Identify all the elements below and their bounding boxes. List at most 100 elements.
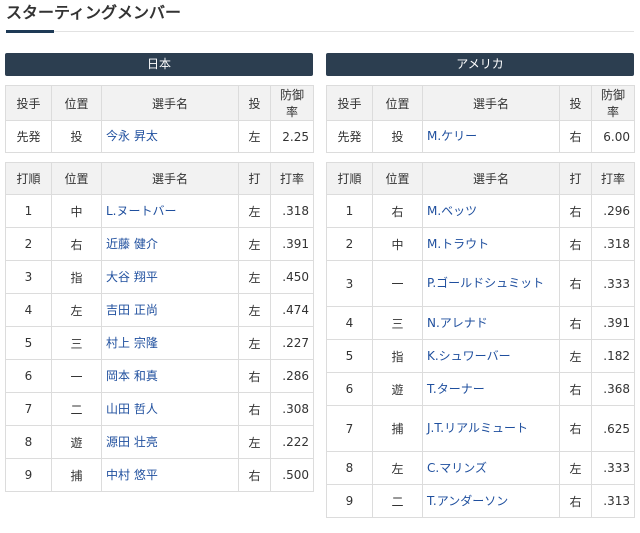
batting-order: 9: [326, 484, 373, 518]
col-header-player: 選手名: [422, 85, 560, 121]
player-name-link[interactable]: P.ゴールドシュミット: [422, 260, 560, 307]
table-row: 7 捕 J.T.リアルミュート 右 .625: [326, 405, 635, 452]
player-name-link[interactable]: J.T.リアルミュート: [422, 405, 560, 452]
batting-order: 4: [326, 306, 373, 340]
lineup-header-row: 打順 位置 選手名 打 打率: [5, 162, 314, 195]
col-header-pitcher: 投手: [5, 85, 52, 121]
player-bats: 右: [559, 306, 592, 340]
player-name-link[interactable]: M.トラウト: [422, 227, 560, 261]
pitcher-table: 投手 位置 選手名 投 防御率 先発 投 今永 昇太 左 2.25: [5, 85, 314, 153]
pitcher-table: 投手 位置 選手名 投 防御率 先発 投 M.ケリー 右 6.00: [326, 85, 635, 153]
player-avg: .368: [591, 372, 635, 406]
table-row: 4 左 吉田 正尚 左 .474: [5, 293, 314, 327]
player-name-link[interactable]: 岡本 和真: [101, 359, 239, 393]
player-avg: .296: [591, 194, 635, 228]
col-header-throws: 投: [238, 85, 271, 121]
player-avg: .318: [591, 227, 635, 261]
player-bats: 右: [559, 372, 592, 406]
player-name-link[interactable]: 吉田 正尚: [101, 293, 239, 327]
pitcher-header-row: 投手 位置 選手名 投 防御率: [326, 85, 635, 121]
player-name-link[interactable]: 源田 壮亮: [101, 425, 239, 459]
table-row: 9 二 T.アンダーソン 右 .313: [326, 484, 635, 518]
batting-order: 6: [5, 359, 52, 393]
player-position: 捕: [51, 458, 102, 492]
col-header-era: 防御率: [270, 85, 314, 121]
col-header-position: 位置: [372, 162, 423, 195]
table-row: 5 指 K.シュワーバー 左 .182: [326, 339, 635, 373]
player-position: 一: [51, 359, 102, 393]
player-avg: .313: [591, 484, 635, 518]
player-avg: .474: [270, 293, 314, 327]
player-name-link[interactable]: 近藤 健介: [101, 227, 239, 261]
table-row: 2 右 近藤 健介 左 .391: [5, 227, 314, 261]
player-name-link[interactable]: M.ベッツ: [422, 194, 560, 228]
player-position: 捕: [372, 405, 423, 452]
table-row: 8 遊 源田 壮亮 左 .222: [5, 425, 314, 459]
pitcher-era: 2.25: [270, 120, 314, 153]
player-name-link[interactable]: C.マリンズ: [422, 451, 560, 485]
player-bats: 右: [238, 359, 271, 393]
player-position: 遊: [51, 425, 102, 459]
player-avg: .333: [591, 260, 635, 307]
lineup-table: 打順 位置 選手名 打 打率 1 右 M.ベッツ 右 .296 2 中 M.トラ…: [326, 162, 635, 518]
batting-order: 3: [326, 260, 373, 307]
table-row: 6 一 岡本 和真 右 .286: [5, 359, 314, 393]
table-row: 3 指 大谷 翔平 左 .450: [5, 260, 314, 294]
player-name-link[interactable]: N.アレナド: [422, 306, 560, 340]
player-bats: 右: [238, 458, 271, 492]
player-bats: 左: [238, 227, 271, 261]
player-position: 二: [51, 392, 102, 426]
col-header-throws: 投: [559, 85, 592, 121]
col-header-player: 選手名: [101, 85, 239, 121]
player-position: 中: [372, 227, 423, 261]
col-header-bats: 打: [559, 162, 592, 195]
batting-order: 3: [5, 260, 52, 294]
player-position: 二: [372, 484, 423, 518]
player-avg: .227: [270, 326, 314, 360]
table-row: 1 中 L.ヌートバー 左 .318: [5, 194, 314, 228]
player-position: 中: [51, 194, 102, 228]
player-position: 左: [51, 293, 102, 327]
player-name-link[interactable]: 中村 悠平: [101, 458, 239, 492]
pitcher-header-row: 投手 位置 選手名 投 防御率: [5, 85, 314, 121]
table-row: 9 捕 中村 悠平 右 .500: [5, 458, 314, 492]
player-position: 左: [372, 451, 423, 485]
pitcher-row: 先発 投 今永 昇太 左 2.25: [5, 120, 314, 153]
player-name-link[interactable]: 山田 哲人: [101, 392, 239, 426]
team-header: 日本: [5, 53, 313, 76]
player-name-link[interactable]: T.ターナー: [422, 372, 560, 406]
player-bats: 左: [238, 425, 271, 459]
table-row: 5 三 村上 宗隆 左 .227: [5, 326, 314, 360]
table-row: 8 左 C.マリンズ 左 .333: [326, 451, 635, 485]
team-header: アメリカ: [326, 53, 634, 76]
pitcher-role: 先発: [5, 120, 52, 153]
player-avg: .308: [270, 392, 314, 426]
table-row: 1 右 M.ベッツ 右 .296: [326, 194, 635, 228]
player-bats: 左: [238, 293, 271, 327]
col-header-pitcher: 投手: [326, 85, 373, 121]
col-header-avg: 打率: [270, 162, 314, 195]
col-header-position: 位置: [51, 85, 102, 121]
batting-order: 7: [326, 405, 373, 452]
player-avg: .182: [591, 339, 635, 373]
table-row: 6 遊 T.ターナー 右 .368: [326, 372, 635, 406]
player-bats: 右: [559, 260, 592, 307]
player-name-link[interactable]: T.アンダーソン: [422, 484, 560, 518]
batting-order: 6: [326, 372, 373, 406]
player-avg: .391: [591, 306, 635, 340]
table-row: 4 三 N.アレナド 右 .391: [326, 306, 635, 340]
player-bats: 左: [238, 326, 271, 360]
batting-order: 5: [5, 326, 52, 360]
pitcher-throws: 右: [559, 120, 592, 153]
player-name-link[interactable]: K.シュワーバー: [422, 339, 560, 373]
player-avg: .333: [591, 451, 635, 485]
player-position: 右: [51, 227, 102, 261]
lineup-table: 打順 位置 選手名 打 打率 1 中 L.ヌートバー 左 .318 2 右 近藤…: [5, 162, 314, 492]
pitcher-name-link[interactable]: M.ケリー: [422, 120, 560, 153]
player-name-link[interactable]: L.ヌートバー: [101, 194, 239, 228]
player-position: 三: [372, 306, 423, 340]
player-name-link[interactable]: 大谷 翔平: [101, 260, 239, 294]
table-row: 7 二 山田 哲人 右 .308: [5, 392, 314, 426]
player-name-link[interactable]: 村上 宗隆: [101, 326, 239, 360]
pitcher-name-link[interactable]: 今永 昇太: [101, 120, 239, 153]
